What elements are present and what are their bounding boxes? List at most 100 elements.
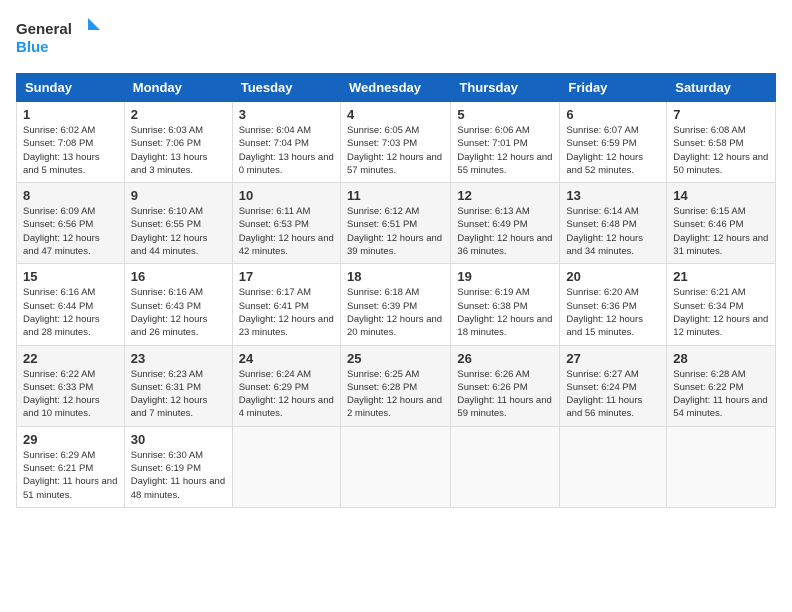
calendar-day-cell: 18 Sunrise: 6:18 AM Sunset: 6:39 PM Dayl… — [340, 264, 450, 345]
day-info: Sunrise: 6:28 AM Sunset: 6:22 PM Dayligh… — [673, 368, 769, 421]
day-info: Sunrise: 6:20 AM Sunset: 6:36 PM Dayligh… — [566, 286, 660, 339]
calendar-day-cell: 16 Sunrise: 6:16 AM Sunset: 6:43 PM Dayl… — [124, 264, 232, 345]
day-number: 18 — [347, 269, 444, 284]
calendar-day-cell: 5 Sunrise: 6:06 AM Sunset: 7:01 PM Dayli… — [451, 102, 560, 183]
svg-text:Blue: Blue — [16, 39, 49, 56]
day-info: Sunrise: 6:17 AM Sunset: 6:41 PM Dayligh… — [239, 286, 334, 339]
day-number: 28 — [673, 351, 769, 366]
logo: General Blue — [16, 16, 106, 61]
day-info: Sunrise: 6:13 AM Sunset: 6:49 PM Dayligh… — [457, 205, 553, 258]
calendar-day-cell — [232, 426, 340, 507]
day-info: Sunrise: 6:08 AM Sunset: 6:58 PM Dayligh… — [673, 124, 769, 177]
calendar-day-cell: 14 Sunrise: 6:15 AM Sunset: 6:46 PM Dayl… — [667, 183, 776, 264]
day-number: 14 — [673, 188, 769, 203]
calendar-day-cell: 19 Sunrise: 6:19 AM Sunset: 6:38 PM Dayl… — [451, 264, 560, 345]
day-info: Sunrise: 6:03 AM Sunset: 7:06 PM Dayligh… — [131, 124, 226, 177]
day-info: Sunrise: 6:12 AM Sunset: 6:51 PM Dayligh… — [347, 205, 444, 258]
day-number: 11 — [347, 188, 444, 203]
calendar-day-cell — [560, 426, 667, 507]
day-number: 22 — [23, 351, 118, 366]
day-info: Sunrise: 6:16 AM Sunset: 6:43 PM Dayligh… — [131, 286, 226, 339]
calendar-day-header: Wednesday — [340, 74, 450, 102]
day-number: 24 — [239, 351, 334, 366]
day-info: Sunrise: 6:24 AM Sunset: 6:29 PM Dayligh… — [239, 368, 334, 421]
day-number: 23 — [131, 351, 226, 366]
day-number: 15 — [23, 269, 118, 284]
calendar-day-cell: 29 Sunrise: 6:29 AM Sunset: 6:21 PM Dayl… — [17, 426, 125, 507]
day-info: Sunrise: 6:14 AM Sunset: 6:48 PM Dayligh… — [566, 205, 660, 258]
calendar-week-row: 1 Sunrise: 6:02 AM Sunset: 7:08 PM Dayli… — [17, 102, 776, 183]
svg-text:General: General — [16, 21, 72, 38]
day-info: Sunrise: 6:29 AM Sunset: 6:21 PM Dayligh… — [23, 449, 118, 502]
day-info: Sunrise: 6:21 AM Sunset: 6:34 PM Dayligh… — [673, 286, 769, 339]
day-info: Sunrise: 6:16 AM Sunset: 6:44 PM Dayligh… — [23, 286, 118, 339]
calendar-day-header: Thursday — [451, 74, 560, 102]
calendar-day-header: Monday — [124, 74, 232, 102]
logo-svg: General Blue — [16, 16, 106, 61]
calendar-day-cell: 9 Sunrise: 6:10 AM Sunset: 6:55 PM Dayli… — [124, 183, 232, 264]
day-number: 19 — [457, 269, 553, 284]
calendar-day-cell: 28 Sunrise: 6:28 AM Sunset: 6:22 PM Dayl… — [667, 345, 776, 426]
day-number: 6 — [566, 107, 660, 122]
calendar-day-cell — [667, 426, 776, 507]
calendar-day-cell: 26 Sunrise: 6:26 AM Sunset: 6:26 PM Dayl… — [451, 345, 560, 426]
calendar-week-row: 22 Sunrise: 6:22 AM Sunset: 6:33 PM Dayl… — [17, 345, 776, 426]
day-info: Sunrise: 6:22 AM Sunset: 6:33 PM Dayligh… — [23, 368, 118, 421]
day-info: Sunrise: 6:19 AM Sunset: 6:38 PM Dayligh… — [457, 286, 553, 339]
day-info: Sunrise: 6:27 AM Sunset: 6:24 PM Dayligh… — [566, 368, 660, 421]
calendar-body: 1 Sunrise: 6:02 AM Sunset: 7:08 PM Dayli… — [17, 102, 776, 508]
day-number: 4 — [347, 107, 444, 122]
day-number: 7 — [673, 107, 769, 122]
calendar-day-cell: 8 Sunrise: 6:09 AM Sunset: 6:56 PM Dayli… — [17, 183, 125, 264]
day-number: 12 — [457, 188, 553, 203]
day-number: 16 — [131, 269, 226, 284]
day-number: 26 — [457, 351, 553, 366]
calendar-day-cell: 20 Sunrise: 6:20 AM Sunset: 6:36 PM Dayl… — [560, 264, 667, 345]
calendar-day-header: Tuesday — [232, 74, 340, 102]
calendar-day-cell — [451, 426, 560, 507]
day-number: 21 — [673, 269, 769, 284]
page-header: General Blue — [16, 16, 776, 61]
calendar-day-cell: 21 Sunrise: 6:21 AM Sunset: 6:34 PM Dayl… — [667, 264, 776, 345]
day-info: Sunrise: 6:23 AM Sunset: 6:31 PM Dayligh… — [131, 368, 226, 421]
day-number: 8 — [23, 188, 118, 203]
calendar-day-header: Sunday — [17, 74, 125, 102]
calendar-day-cell: 10 Sunrise: 6:11 AM Sunset: 6:53 PM Dayl… — [232, 183, 340, 264]
day-number: 25 — [347, 351, 444, 366]
calendar-day-cell: 15 Sunrise: 6:16 AM Sunset: 6:44 PM Dayl… — [17, 264, 125, 345]
day-number: 3 — [239, 107, 334, 122]
calendar-day-cell: 13 Sunrise: 6:14 AM Sunset: 6:48 PM Dayl… — [560, 183, 667, 264]
calendar-day-cell: 22 Sunrise: 6:22 AM Sunset: 6:33 PM Dayl… — [17, 345, 125, 426]
day-number: 27 — [566, 351, 660, 366]
day-number: 20 — [566, 269, 660, 284]
day-number: 1 — [23, 107, 118, 122]
day-info: Sunrise: 6:05 AM Sunset: 7:03 PM Dayligh… — [347, 124, 444, 177]
day-number: 2 — [131, 107, 226, 122]
calendar-week-row: 29 Sunrise: 6:29 AM Sunset: 6:21 PM Dayl… — [17, 426, 776, 507]
calendar-day-cell: 23 Sunrise: 6:23 AM Sunset: 6:31 PM Dayl… — [124, 345, 232, 426]
day-info: Sunrise: 6:18 AM Sunset: 6:39 PM Dayligh… — [347, 286, 444, 339]
calendar-week-row: 15 Sunrise: 6:16 AM Sunset: 6:44 PM Dayl… — [17, 264, 776, 345]
day-info: Sunrise: 6:02 AM Sunset: 7:08 PM Dayligh… — [23, 124, 118, 177]
calendar-table: SundayMondayTuesdayWednesdayThursdayFrid… — [16, 73, 776, 508]
calendar-day-cell: 2 Sunrise: 6:03 AM Sunset: 7:06 PM Dayli… — [124, 102, 232, 183]
calendar-header-row: SundayMondayTuesdayWednesdayThursdayFrid… — [17, 74, 776, 102]
calendar-day-header: Friday — [560, 74, 667, 102]
day-number: 17 — [239, 269, 334, 284]
calendar-day-cell: 27 Sunrise: 6:27 AM Sunset: 6:24 PM Dayl… — [560, 345, 667, 426]
calendar-day-cell — [340, 426, 450, 507]
calendar-day-cell: 4 Sunrise: 6:05 AM Sunset: 7:03 PM Dayli… — [340, 102, 450, 183]
calendar-day-cell: 7 Sunrise: 6:08 AM Sunset: 6:58 PM Dayli… — [667, 102, 776, 183]
calendar-day-header: Saturday — [667, 74, 776, 102]
calendar-day-cell: 11 Sunrise: 6:12 AM Sunset: 6:51 PM Dayl… — [340, 183, 450, 264]
day-info: Sunrise: 6:25 AM Sunset: 6:28 PM Dayligh… — [347, 368, 444, 421]
calendar-day-cell: 30 Sunrise: 6:30 AM Sunset: 6:19 PM Dayl… — [124, 426, 232, 507]
calendar-day-cell: 17 Sunrise: 6:17 AM Sunset: 6:41 PM Dayl… — [232, 264, 340, 345]
day-number: 29 — [23, 432, 118, 447]
calendar-day-cell: 6 Sunrise: 6:07 AM Sunset: 6:59 PM Dayli… — [560, 102, 667, 183]
calendar-day-cell: 24 Sunrise: 6:24 AM Sunset: 6:29 PM Dayl… — [232, 345, 340, 426]
day-info: Sunrise: 6:26 AM Sunset: 6:26 PM Dayligh… — [457, 368, 553, 421]
day-info: Sunrise: 6:04 AM Sunset: 7:04 PM Dayligh… — [239, 124, 334, 177]
day-info: Sunrise: 6:10 AM Sunset: 6:55 PM Dayligh… — [131, 205, 226, 258]
calendar-week-row: 8 Sunrise: 6:09 AM Sunset: 6:56 PM Dayli… — [17, 183, 776, 264]
